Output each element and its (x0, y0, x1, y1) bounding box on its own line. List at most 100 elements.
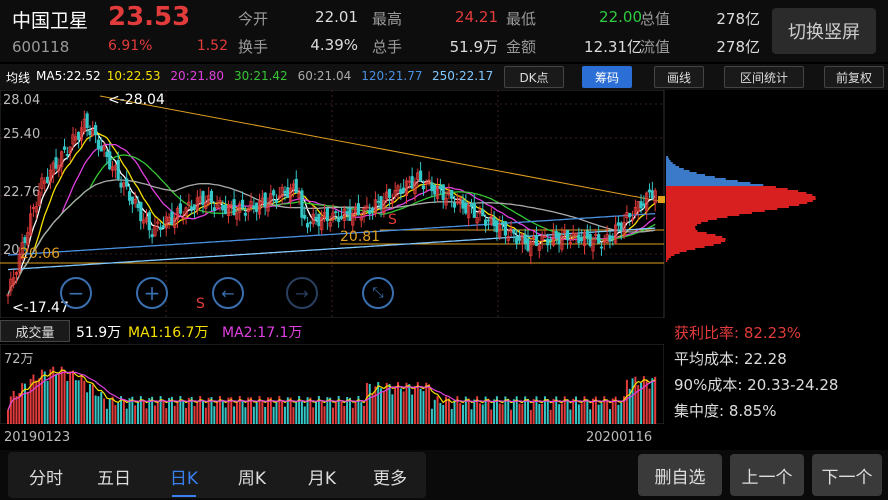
volume-indicator-button[interactable]: 成交量 (0, 320, 70, 342)
volume-bar (558, 404, 561, 424)
tool-button[interactable]: DK点 (504, 66, 564, 88)
volume-bar (182, 400, 185, 424)
chip-bar (666, 186, 776, 188)
volume-bar (532, 399, 535, 424)
period-tab[interactable]: 分时 (16, 464, 76, 489)
volume-bar (69, 371, 72, 424)
candle-body (438, 185, 442, 190)
chip-bar (666, 174, 706, 176)
candle-body (224, 204, 228, 215)
volume-bar (527, 398, 529, 424)
period-tab[interactable]: 周K (222, 464, 282, 489)
date-start: 20190123 (4, 430, 71, 445)
candle-body (515, 236, 519, 244)
candle-body (317, 213, 321, 227)
candle-body (402, 187, 406, 193)
kline-chart[interactable]: 28.04 25.40 22.76 20 <-28.04 20.06 20.81 <-17.4… (0, 90, 888, 318)
volume-bar (490, 409, 493, 424)
volume-bar (145, 408, 148, 424)
zoom-out-icon[interactable]: − (60, 277, 92, 309)
volume-bar (411, 394, 414, 424)
volume-bar (108, 398, 111, 424)
candle-body (125, 178, 129, 187)
candle-body (240, 199, 245, 209)
chip-bar (666, 232, 707, 234)
volume-bar (459, 403, 462, 424)
volume-bar (462, 404, 464, 424)
candle-body (481, 209, 485, 217)
chip-bar (666, 170, 690, 172)
volume-bar (88, 384, 91, 424)
volume-bar (397, 382, 399, 424)
nav-button[interactable]: 上一个 (730, 454, 804, 496)
chart-annotation: 20.06 (20, 246, 60, 262)
volume-bar (351, 407, 354, 424)
volume-bar (416, 382, 419, 424)
candle-body (325, 207, 329, 222)
volume-bar (521, 404, 524, 424)
volume-bar (43, 371, 46, 424)
tool-button[interactable]: 区间统计 (724, 66, 804, 88)
volume-bar (507, 398, 510, 424)
volume-bar (329, 397, 332, 424)
tool-button[interactable]: 筹码 (582, 66, 632, 88)
chip-bar (666, 244, 714, 246)
volume-bar (137, 402, 139, 424)
candle-body (88, 130, 92, 136)
candle-body (495, 220, 499, 233)
candle-body (472, 202, 476, 218)
volume-bar (320, 401, 323, 424)
candle-body (647, 189, 652, 193)
volume-bar (281, 401, 284, 424)
volume-bar (580, 403, 583, 424)
tool-button[interactable]: 画线 (654, 66, 704, 88)
trend-line (99, 95, 665, 203)
zoom-in-icon[interactable]: + (136, 277, 168, 309)
candle-body (221, 204, 225, 211)
next-arrow-icon[interactable]: → (286, 277, 318, 309)
candle-body (534, 235, 539, 246)
volume-bar (368, 383, 371, 424)
nav-button[interactable]: 下一个 (812, 454, 882, 496)
candle-body (628, 213, 632, 218)
candle-body (139, 202, 143, 222)
volume-bar (428, 384, 431, 424)
period-tab[interactable]: 五日 (84, 464, 144, 489)
candle-body (577, 234, 581, 244)
switch-portrait-button[interactable]: 切换竖屏 (772, 8, 876, 54)
volume-bar (597, 404, 600, 424)
volume-bar (501, 404, 504, 424)
candle-body (77, 131, 81, 140)
volume-bar (577, 404, 580, 424)
volume-bar (244, 407, 247, 424)
volume-bar (473, 399, 476, 424)
nav-button[interactable]: 删自选 (638, 454, 722, 496)
candle-body (305, 223, 310, 228)
tool-button[interactable]: 前复权 (824, 66, 884, 88)
profit-ratio: 获利比率: 82.23% (674, 324, 802, 342)
chip-bar (666, 250, 687, 252)
chip-bar (666, 198, 816, 200)
chip-bar (666, 166, 680, 168)
candle-body (136, 203, 140, 209)
period-tab[interactable]: 更多 (360, 464, 420, 489)
shrink-icon[interactable]: ⤡ (362, 277, 394, 309)
volume-bar (402, 391, 405, 424)
volume-bar (510, 409, 513, 424)
chip-bar (666, 254, 675, 256)
candle-body (421, 185, 426, 190)
period-tab[interactable]: 月K (292, 464, 352, 489)
volume-bar (173, 405, 176, 424)
volume-bar (300, 401, 303, 424)
period-tab[interactable]: 日K (154, 464, 214, 497)
quote-label: 最低 (506, 10, 537, 28)
prev-arrow-icon[interactable]: ← (212, 277, 244, 309)
volume-bar (518, 403, 521, 424)
quote-value: 12.31亿 (584, 38, 642, 56)
volume-bar (57, 373, 60, 424)
chip-bar (666, 180, 738, 182)
volume-bar (125, 408, 128, 424)
volume-bar (111, 396, 114, 424)
candle-body (546, 238, 550, 246)
volume-chart[interactable] (0, 344, 664, 424)
